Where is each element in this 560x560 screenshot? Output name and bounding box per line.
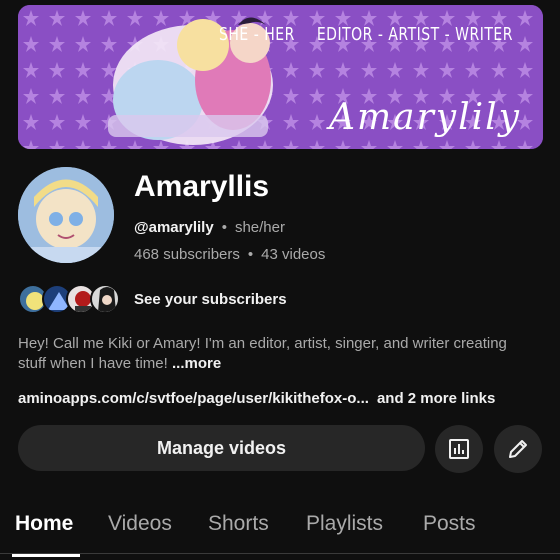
manage-videos-button[interactable]: Manage videos: [18, 425, 425, 471]
channel-description[interactable]: Hey! Call me Kiki or Amary! I'm an edito…: [18, 334, 538, 374]
active-tab-indicator: [12, 554, 80, 557]
description-text: Hey! Call me Kiki or Amary! I'm an edito…: [18, 335, 507, 372]
tab-videos[interactable]: Videos: [108, 512, 172, 536]
channel-avatar[interactable]: [18, 167, 114, 263]
banner-tag-roles: EDITOR - ARTIST - WRITER: [316, 25, 513, 45]
tab-shorts[interactable]: Shorts: [208, 512, 269, 536]
channel-link[interactable]: aminoapps.com/c/svtfoe/page/user/kikithe…: [18, 390, 369, 407]
tab-posts[interactable]: Posts: [423, 512, 476, 536]
separator-dot: •: [247, 246, 254, 263]
channel-links-row[interactable]: aminoapps.com/c/svtfoe/page/user/kikithe…: [18, 390, 495, 407]
channel-name: Amaryllis: [134, 170, 270, 203]
see-subscribers-row[interactable]: See your subscribers: [18, 284, 287, 314]
tab-home[interactable]: Home: [15, 512, 73, 536]
channel-tabs: Home Videos Shorts Playlists Posts: [0, 506, 560, 560]
banner-script-text: Amarylily: [328, 97, 521, 138]
more-links-label[interactable]: and 2 more links: [377, 390, 495, 407]
channel-pronouns: she/her: [234, 219, 285, 236]
channel-handle: @amarylily: [134, 219, 214, 236]
tab-playlists[interactable]: Playlists: [306, 512, 383, 536]
edit-channel-button[interactable]: [494, 425, 542, 473]
pencil-icon: [509, 440, 527, 458]
channel-banner: SHE - HER EDITOR - ARTIST - WRITER Amary…: [18, 5, 543, 149]
tabs-divider: [0, 553, 560, 554]
handle-row: @amarylily • she/her: [134, 219, 285, 236]
video-count: 43 videos: [261, 246, 326, 263]
subscriber-count: 468 subscribers: [134, 246, 240, 263]
subscriber-avatar: [90, 284, 120, 314]
stats-row: 468 subscribers • 43 videos: [134, 246, 325, 263]
more-link[interactable]: ...more: [172, 355, 221, 372]
banner-tag-pronouns: SHE - HER: [219, 25, 295, 45]
separator-dot: •: [221, 219, 227, 236]
analytics-button[interactable]: [435, 425, 483, 473]
avatar-artwork: [18, 167, 114, 263]
see-subscribers-link[interactable]: See your subscribers: [134, 291, 287, 308]
banner-tags: SHE - HER EDITOR - ARTIST - WRITER: [219, 25, 513, 45]
analytics-icon: [449, 439, 469, 459]
subscriber-avatars: [18, 284, 128, 314]
